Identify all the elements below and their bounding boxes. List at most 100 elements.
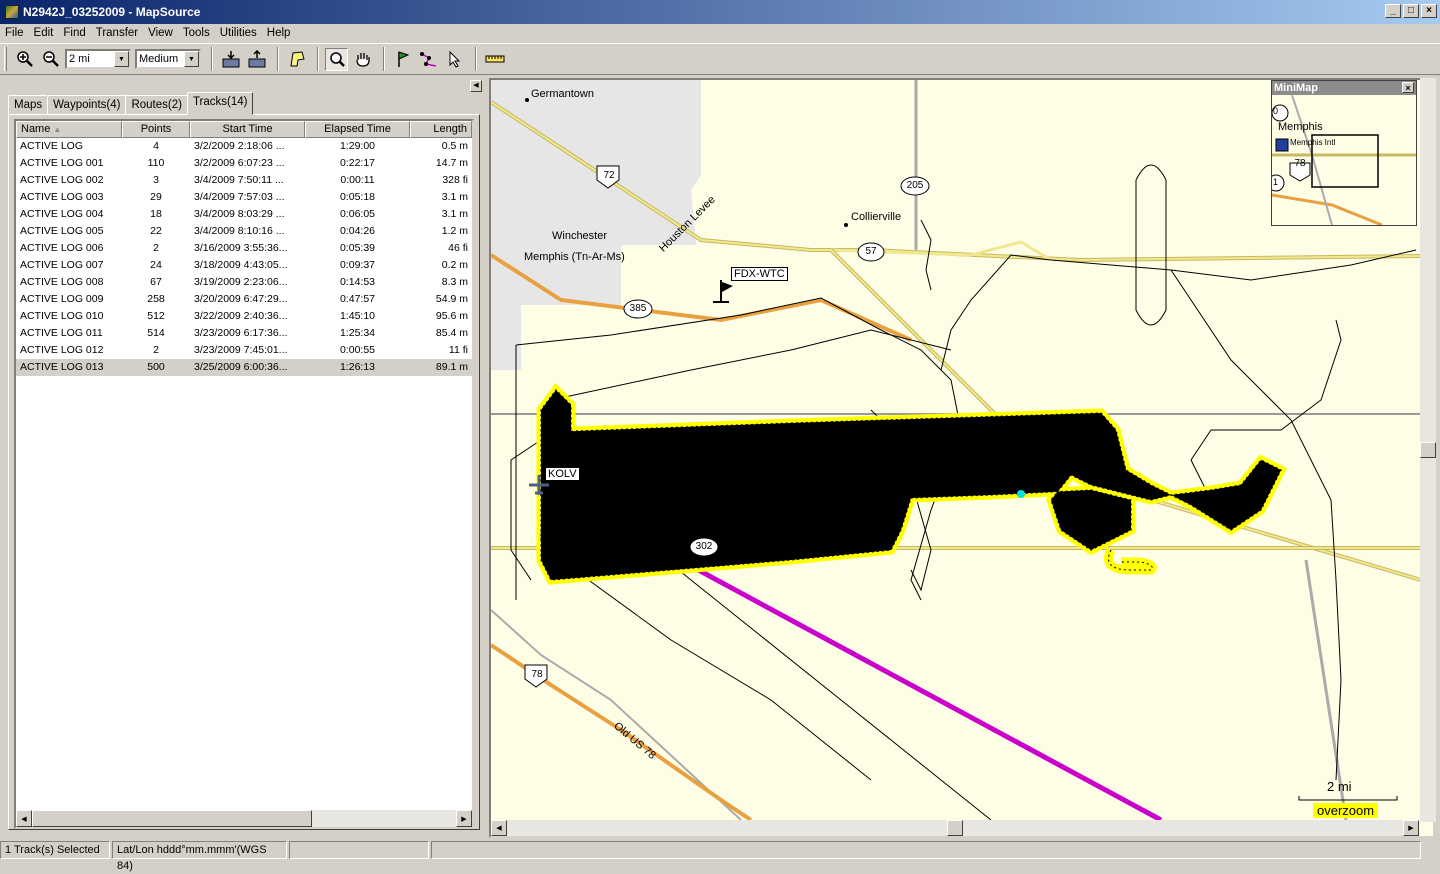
column-header-elapsed-time[interactable]: Elapsed Time bbox=[305, 121, 410, 138]
scroll-right-arrow-icon[interactable]: ▶ bbox=[456, 810, 472, 827]
map-view[interactable]: Germantown Collierville Winchester Memph… bbox=[489, 78, 1435, 838]
area-label: Memphis (Tn-Ar-Ms) bbox=[524, 251, 625, 263]
scroll-thumb[interactable] bbox=[32, 810, 312, 827]
table-row[interactable]: ACTIVE LOG 009 258 3/20/2009 6:47:29... 0:4… bbox=[16, 291, 472, 308]
table-body: ACTIVE LOG 4 3/2/2009 2:18:06 ... 1:29:00 0.… bbox=[16, 138, 472, 376]
table-cell: 3/4/2009 8:03:29 ... bbox=[194, 208, 285, 220]
menu-file[interactable]: File bbox=[0, 27, 29, 39]
table-row[interactable]: ACTIVE LOG 008 67 3/19/2009 2:23:06... 0:14… bbox=[16, 274, 472, 291]
scroll-thumb[interactable] bbox=[947, 820, 963, 836]
route-tool-button[interactable] bbox=[417, 48, 440, 71]
scroll-thumb[interactable] bbox=[1420, 442, 1436, 458]
shield-label: 78 bbox=[531, 669, 543, 680]
scroll-left-arrow-icon[interactable]: ◀ bbox=[491, 820, 507, 836]
send-to-device-button[interactable] bbox=[245, 48, 268, 71]
waypoint-tool-button[interactable] bbox=[391, 48, 414, 71]
area-label: Winchester bbox=[552, 230, 608, 242]
table-cell: ACTIVE LOG 013 bbox=[20, 361, 104, 373]
tab-waypoints[interactable]: Waypoints(4) bbox=[47, 95, 127, 115]
collapse-panel-button[interactable]: ◀ bbox=[470, 80, 482, 92]
tab-routes[interactable]: Routes(2) bbox=[125, 95, 188, 115]
shield-label: 57 bbox=[865, 246, 877, 257]
minimap-window[interactable]: MiniMap × 0 1 Memphis Memphis Intl 78 bbox=[1271, 80, 1417, 226]
selection-tool-button[interactable] bbox=[443, 48, 466, 71]
table-row[interactable]: ACTIVE LOG 002 3 3/4/2009 7:50:11 ... 0:00:… bbox=[16, 172, 472, 189]
table-row[interactable]: ACTIVE LOG 011 514 3/23/2009 6:17:36... 1:2… bbox=[16, 325, 472, 342]
table-cell: 22 bbox=[150, 225, 162, 237]
table-row[interactable]: ACTIVE LOG 005 22 3/4/2009 8:10:16 ... 0:04… bbox=[16, 223, 472, 240]
tracks-list[interactable]: Name ▲ Points Start Time Elapsed Time Le… bbox=[14, 119, 474, 829]
current-position-marker bbox=[1017, 490, 1025, 498]
table-cell: 3/23/2009 7:45:01... bbox=[194, 344, 288, 356]
zoom-in-button[interactable] bbox=[13, 48, 36, 71]
fdx-waypoint-flag-icon[interactable] bbox=[713, 280, 733, 303]
table-row[interactable]: ACTIVE LOG 012 2 3/23/2009 7:45:01... 0:00:… bbox=[16, 342, 472, 359]
menu-find[interactable]: Find bbox=[58, 27, 90, 39]
menu-edit[interactable]: Edit bbox=[29, 27, 59, 39]
hand-tool-button[interactable] bbox=[351, 48, 374, 71]
table-cell: ACTIVE LOG 006 bbox=[20, 242, 104, 254]
distance-tool-button[interactable] bbox=[483, 48, 506, 71]
column-header-length[interactable]: Length bbox=[410, 121, 472, 138]
scroll-left-arrow-icon[interactable]: ◀ bbox=[16, 810, 32, 827]
receive-from-device-button[interactable] bbox=[219, 48, 242, 71]
map-horizontal-scrollbar[interactable]: ◀ ▶ bbox=[491, 820, 1419, 836]
close-button[interactable]: × bbox=[1421, 4, 1437, 18]
column-header-start-time[interactable]: Start Time bbox=[190, 121, 305, 138]
shield-label: 205 bbox=[906, 180, 924, 191]
menu-help[interactable]: Help bbox=[262, 27, 296, 39]
menu-utilities[interactable]: Utilities bbox=[215, 27, 262, 39]
table-cell: 11 fi bbox=[448, 344, 468, 356]
table-cell: 24 bbox=[150, 259, 162, 271]
menu-view[interactable]: View bbox=[143, 27, 178, 39]
cursor-arrow-icon bbox=[449, 50, 460, 68]
chevron-down-icon[interactable]: ▼ bbox=[184, 51, 199, 67]
list-horizontal-scrollbar[interactable]: ◀ ▶ bbox=[16, 810, 472, 827]
table-cell: 85.4 m bbox=[435, 327, 468, 339]
minimap-close-button[interactable]: × bbox=[1402, 82, 1414, 93]
overzoom-badge: overzoom bbox=[1313, 803, 1379, 818]
scroll-right-arrow-icon[interactable]: ▶ bbox=[1403, 820, 1419, 836]
table-cell: ACTIVE LOG 004 bbox=[20, 208, 104, 220]
table-cell: 4 bbox=[153, 140, 159, 152]
menu-tools[interactable]: Tools bbox=[178, 27, 215, 39]
zoom-tool-button[interactable] bbox=[325, 47, 348, 71]
column-header-points[interactable]: Points bbox=[122, 121, 190, 138]
table-row[interactable]: ACTIVE LOG 4 3/2/2009 2:18:06 ... 1:29:00 0.… bbox=[16, 138, 472, 155]
waypoint-label-fdx[interactable]: FDX-WTC bbox=[731, 267, 788, 281]
tab-tracks[interactable]: Tracks(14) bbox=[186, 92, 254, 115]
zoom-out-button[interactable] bbox=[39, 48, 62, 71]
table-cell: 89.1 m bbox=[435, 361, 468, 373]
minimize-button[interactable]: _ bbox=[1385, 4, 1401, 18]
maximize-button[interactable]: □ bbox=[1403, 4, 1419, 18]
table-row[interactable]: ACTIVE LOG 001 110 3/2/2009 6:07:23 ... 0:2… bbox=[16, 155, 472, 172]
table-row[interactable]: ACTIVE LOG 004 18 3/4/2009 8:03:29 ... 0:06… bbox=[16, 206, 472, 223]
table-cell: 3/19/2009 2:23:06... bbox=[194, 276, 288, 288]
map-tool-icon bbox=[289, 51, 305, 67]
table-row[interactable]: ACTIVE LOG 013 500 3/25/2009 6:00:36... 1:2… bbox=[16, 359, 472, 376]
column-header-name[interactable]: Name ▲ bbox=[16, 121, 122, 138]
city-label: Collierville bbox=[851, 211, 902, 223]
table-cell: 1:26:13 bbox=[339, 361, 376, 373]
zoom-scale-select[interactable]: 2 mi ▼ bbox=[65, 49, 131, 69]
table-cell: 14.7 m bbox=[435, 157, 468, 169]
map-tool-button[interactable] bbox=[285, 48, 308, 71]
table-cell: 1:29:00 bbox=[339, 140, 376, 152]
tab-maps[interactable]: Maps bbox=[8, 95, 49, 115]
table-row[interactable]: ACTIVE LOG 003 29 3/4/2009 7:57:03 ... 0:05… bbox=[16, 189, 472, 206]
table-row[interactable]: ACTIVE LOG 010 512 3/22/2009 2:40:36... 1:4… bbox=[16, 308, 472, 325]
table-row[interactable]: ACTIVE LOG 007 24 3/18/2009 4:43:05... 0:09… bbox=[16, 257, 472, 274]
menu-transfer[interactable]: Transfer bbox=[91, 27, 143, 39]
map-vertical-scrollbar[interactable] bbox=[1420, 78, 1436, 822]
table-row[interactable]: ACTIVE LOG 006 2 3/16/2009 3:55:36... 0:05:… bbox=[16, 240, 472, 257]
waypoint-label-kolv[interactable]: KOLV bbox=[545, 467, 580, 481]
table-cell: ACTIVE LOG 011 bbox=[20, 327, 103, 339]
table-cell: 3.1 m bbox=[441, 191, 468, 203]
chevron-down-icon[interactable]: ▼ bbox=[114, 51, 129, 67]
detail-level-select[interactable]: Medium ▼ bbox=[135, 49, 201, 69]
table-cell: 0:00:55 bbox=[339, 344, 376, 356]
table-cell: 3/25/2009 6:00:36... bbox=[194, 361, 288, 373]
table-cell: 258 bbox=[147, 293, 165, 305]
table-cell: ACTIVE LOG 005 bbox=[20, 225, 104, 237]
table-cell: 512 bbox=[147, 310, 165, 322]
